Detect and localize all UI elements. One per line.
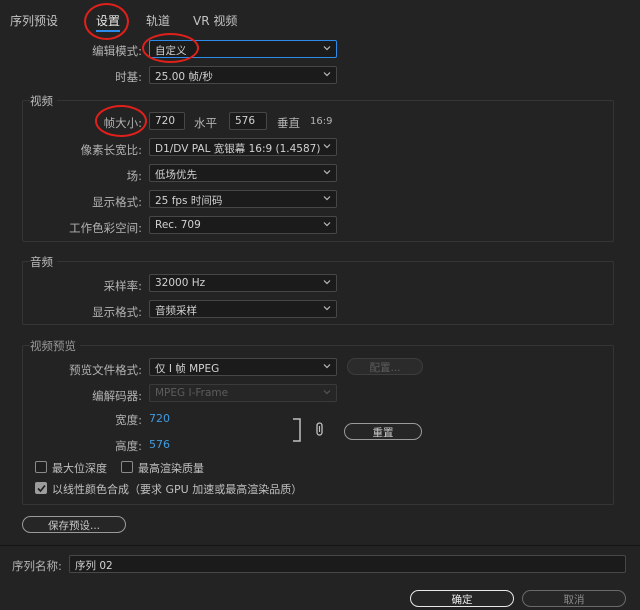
edit-mode-value: 自定义: [155, 45, 187, 57]
audio-display-format-value: 音频采样: [155, 305, 197, 317]
timebase-label: 时基:: [115, 70, 142, 84]
footer-divider: [0, 545, 640, 546]
edit-mode-dropdown[interactable]: 自定义: [149, 40, 337, 58]
video-preview-group-title: 视频预览: [30, 338, 80, 354]
pixel-aspect-value: D1/DV PAL 宽银幕 16:9 (1.4587): [155, 143, 321, 155]
chevron-down-icon: [323, 44, 331, 52]
configure-button[interactable]: 配置...: [347, 358, 423, 375]
tab-sequence-presets[interactable]: 序列预设: [10, 12, 58, 29]
timebase-dropdown[interactable]: 25.00 帧/秒: [149, 66, 337, 84]
tab-settings[interactable]: 设置: [96, 12, 120, 29]
color-space-value: Rec. 709: [155, 219, 201, 231]
color-space-label: 工作色彩空间:: [69, 221, 142, 235]
codec-label: 编解码器:: [92, 389, 142, 403]
sequence-name-label: 序列名称:: [12, 559, 62, 573]
chevron-down-icon: [323, 278, 331, 286]
preview-height-value[interactable]: 576: [149, 438, 170, 451]
reset-button[interactable]: 重置: [344, 423, 422, 440]
audio-group-title: 音频: [30, 254, 57, 270]
chevron-down-icon: [323, 194, 331, 202]
video-group-title: 视频: [30, 93, 57, 109]
horizontal-label: 水平: [194, 116, 217, 130]
preview-width-label: 宽度:: [115, 413, 142, 427]
codec-value: MPEG I-Frame: [155, 387, 229, 399]
chevron-down-icon: [323, 304, 331, 312]
chevron-down-icon: [323, 362, 331, 370]
ok-button[interactable]: 确定: [410, 590, 514, 607]
field-dropdown[interactable]: 低场优先: [149, 164, 337, 182]
vertical-label: 垂直: [277, 116, 300, 130]
sequence-name-input[interactable]: 序列 02: [69, 555, 626, 573]
preview-width-value[interactable]: 720: [149, 412, 170, 425]
field-label: 场:: [126, 169, 142, 183]
max-bit-depth-label: 最大位深度: [52, 462, 107, 475]
frame-height-input[interactable]: 576: [229, 112, 267, 130]
frame-size-label: 帧大小:: [103, 116, 142, 130]
active-tab-indicator: [96, 30, 120, 32]
link-bracket: [292, 418, 302, 442]
chevron-down-icon: [323, 142, 331, 150]
timebase-value: 25.00 帧/秒: [155, 71, 213, 83]
display-format-label: 显示格式:: [92, 195, 142, 209]
link-icon[interactable]: [315, 422, 325, 436]
pixel-aspect-label: 像素长宽比:: [80, 143, 142, 157]
chevron-down-icon: [323, 70, 331, 78]
max-bit-depth-checkbox[interactable]: [35, 461, 47, 473]
cancel-button[interactable]: 取消: [522, 590, 626, 607]
preview-file-format-dropdown[interactable]: 仅 I 帧 MPEG: [149, 358, 337, 376]
edit-mode-label: 编辑模式:: [92, 44, 142, 58]
audio-display-format-dropdown[interactable]: 音频采样: [149, 300, 337, 318]
codec-dropdown[interactable]: MPEG I-Frame: [149, 384, 337, 402]
preview-file-format-label: 预览文件格式:: [69, 363, 142, 377]
frame-width-input[interactable]: 720: [149, 112, 185, 130]
preview-height-label: 高度:: [115, 439, 142, 453]
linear-color-label: 以线性颜色合成（要求 GPU 加速或最高渲染品质）: [52, 483, 303, 496]
linear-color-checkbox[interactable]: [35, 482, 47, 494]
sample-rate-label: 采样率:: [103, 279, 142, 293]
tab-tracks[interactable]: 轨道: [146, 12, 170, 29]
checkmark-icon: [37, 484, 46, 493]
chevron-down-icon: [323, 388, 331, 396]
display-format-dropdown[interactable]: 25 fps 时间码: [149, 190, 337, 208]
preview-file-format-value: 仅 I 帧 MPEG: [155, 363, 220, 375]
max-render-quality-label: 最高渲染质量: [138, 462, 204, 475]
field-value: 低场优先: [155, 169, 197, 181]
max-render-quality-checkbox[interactable]: [121, 461, 133, 473]
aspect-ratio-text: 16:9: [310, 116, 333, 127]
save-preset-button[interactable]: 保存预设...: [22, 516, 126, 533]
display-format-value: 25 fps 时间码: [155, 195, 223, 207]
pixel-aspect-dropdown[interactable]: D1/DV PAL 宽银幕 16:9 (1.4587): [149, 138, 337, 156]
chevron-down-icon: [323, 220, 331, 228]
sample-rate-dropdown[interactable]: 32000 Hz: [149, 274, 337, 292]
tab-vr-video[interactable]: VR 视频: [193, 12, 237, 29]
tab-bar: 序列预设 设置 轨道 VR 视频: [0, 0, 640, 36]
audio-display-format-label: 显示格式:: [92, 305, 142, 319]
color-space-dropdown[interactable]: Rec. 709: [149, 216, 337, 234]
chevron-down-icon: [323, 168, 331, 176]
sample-rate-value: 32000 Hz: [155, 277, 206, 289]
